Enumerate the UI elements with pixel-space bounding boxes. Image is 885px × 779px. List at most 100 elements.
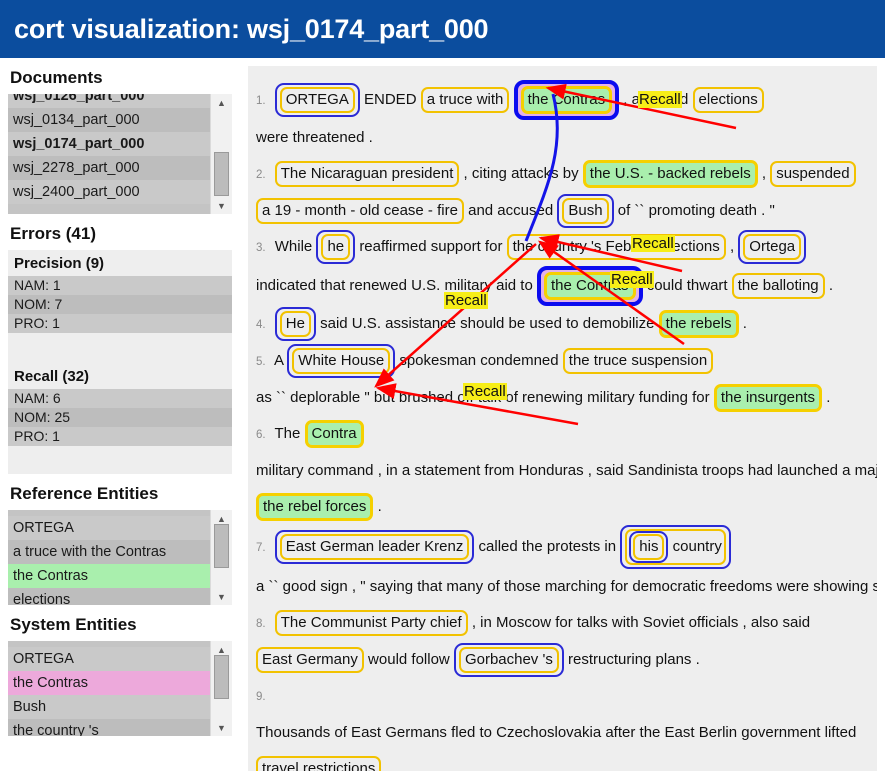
reference-entities-heading: Reference Entities <box>10 484 159 503</box>
system-mention[interactable]: White House <box>287 344 396 379</box>
text-token: military command , in a statement from H… <box>256 462 877 479</box>
text-token: said U.S. assistance should be used to d… <box>320 315 655 332</box>
reference-mention-outer[interactable]: his country <box>625 529 726 565</box>
system-entity-selected[interactable]: the Contras <box>8 671 210 695</box>
sentence-6: 6. The Contra military command , in a st… <box>256 416 877 525</box>
system-mention[interactable]: East German leader Krenz <box>274 530 475 564</box>
scroll-down-icon[interactable]: ▼ <box>211 197 232 214</box>
error-label-recall: Recall <box>638 91 682 108</box>
text-token: spokesman condemned <box>399 352 559 369</box>
system-mention[interactable]: He <box>274 307 316 342</box>
reference-mention-inner[interactable]: his <box>633 534 665 560</box>
reference-mention[interactable]: a 19 - month - old cease - fire <box>256 198 464 225</box>
reference-mention[interactable]: he <box>321 234 351 261</box>
reference-mention-highlighted[interactable]: Contra <box>304 420 364 449</box>
scrollbar-thumb[interactable] <box>214 524 229 568</box>
text-token: , <box>761 165 767 182</box>
precision-row-nam[interactable]: NAM: 1 <box>8 276 232 295</box>
reference-mention-highlighted[interactable]: the rebel forces <box>256 493 374 522</box>
list-item[interactable]: wsj_2278_part_000 <box>8 156 210 180</box>
recall-row-pro[interactable]: PRO: 1 <box>8 427 232 446</box>
reference-mention[interactable]: elections <box>692 87 764 113</box>
scroll-down-icon[interactable]: ▼ <box>211 588 232 605</box>
sentence-1: 1. ORTEGA ENDED a truce with the Contras… <box>256 80 867 156</box>
reference-mention[interactable]: East Germany <box>256 647 364 674</box>
scrollbar-thumb[interactable] <box>214 655 229 699</box>
scroll-up-icon[interactable]: ▲ <box>211 94 232 111</box>
system-entities-listbox[interactable]: ORTEGA the Contras Bush the country 's W… <box>8 641 232 736</box>
sidebar-item-selected-document[interactable]: wsj_0174_part_000 <box>8 132 210 156</box>
documents-listbox[interactable]: wsj_0126_part_000 wsj_0134_part_000 wsj_… <box>8 94 232 214</box>
scrollbar-thumb[interactable] <box>214 152 229 196</box>
recall-row-nam[interactable]: NAM: 6 <box>8 389 232 408</box>
reference-mention-highlighted[interactable]: the U.S. - backed rebels <box>582 160 758 189</box>
text-token: called the protests in <box>478 537 617 555</box>
sentence-number: 2. <box>256 169 266 181</box>
reference-mention[interactable]: Bush <box>562 198 609 225</box>
reference-mention[interactable]: the balloting <box>731 273 825 299</box>
errors-heading: Errors (41) <box>10 224 96 243</box>
text-token: . <box>377 498 382 515</box>
list-item[interactable]: wsj_2400_part_000 <box>8 180 210 204</box>
precision-row-pro[interactable]: PRO: 1 <box>8 314 232 333</box>
reference-mention-highlighted[interactable]: the rebels <box>658 310 739 339</box>
list-item[interactable]: a truce with the Contras <box>8 540 210 564</box>
reference-mention[interactable]: The Communist Party chief <box>274 610 468 637</box>
reference-mention[interactable]: the country 's Feb. 25 elections <box>506 234 726 261</box>
text-token: . <box>742 315 747 332</box>
sentence-9: 9. Thousands of East Germans fled to Cze… <box>256 678 867 771</box>
sentence-8: 8. The Communist Party chief , in Moscow… <box>256 605 867 678</box>
reference-mention[interactable]: suspended <box>770 161 856 188</box>
errors-bottom-spacer <box>8 446 232 474</box>
reference-mention[interactable]: He <box>279 311 311 338</box>
list-item[interactable]: wsj_0126_part_000 <box>8 94 210 108</box>
reference-mention-highlighted[interactable]: the insurgents <box>713 384 823 413</box>
text-token: ENDED <box>364 90 417 108</box>
system-mention-inner[interactable]: his <box>629 531 669 563</box>
reference-entities-listbox[interactable]: ORTEGA a truce with the Contras the Cont… <box>8 510 232 605</box>
precision-title: Precision (9) <box>8 250 232 276</box>
reference-mention[interactable]: the truce suspension <box>562 348 714 375</box>
reference-mention[interactable]: White House <box>292 348 391 375</box>
sentence-number: 8. <box>256 618 266 630</box>
list-item[interactable]: the country 's <box>8 719 210 736</box>
system-mention[interactable]: Ortega <box>738 230 807 265</box>
sentence-number: 7. <box>256 541 266 554</box>
selected-reference-mention[interactable]: the Contras <box>520 86 613 114</box>
errors-panel: Precision (9) NAM: 1 NOM: 7 PRO: 1 Recal… <box>8 250 232 474</box>
sentence-7: 7. East German leader Krenz called the p… <box>256 525 877 605</box>
list-item[interactable]: ORTEGA <box>8 516 210 540</box>
reference-entities-scrollbar[interactable]: ▲ ▼ <box>210 510 232 605</box>
reference-mention[interactable]: East German leader Krenz <box>279 534 470 560</box>
system-mention-outer[interactable]: his country <box>620 525 731 569</box>
list-item[interactable]: wsj_0134_part_000 <box>8 108 210 132</box>
recall-row-nom[interactable]: NOM: 25 <box>8 408 232 427</box>
reference-mention[interactable]: Gorbachev 's <box>458 647 559 674</box>
scroll-down-icon[interactable]: ▼ <box>211 719 232 736</box>
reference-mention[interactable]: Ortega <box>743 234 802 261</box>
reference-mention[interactable]: ORTEGA <box>279 87 355 113</box>
reference-mention[interactable]: travel restrictions <box>256 756 382 771</box>
reference-mention[interactable]: The Nicaraguan president <box>274 161 460 188</box>
reference-mention[interactable]: a truce with <box>420 87 510 113</box>
precision-row-nom[interactable]: NOM: 7 <box>8 295 232 314</box>
list-item[interactable]: ORTEGA <box>8 647 210 671</box>
list-item[interactable]: elections <box>8 588 210 605</box>
system-mention[interactable]: ORTEGA <box>274 83 360 117</box>
error-label-recall: Recall <box>444 292 488 309</box>
sentence-5: 5. A White House spokesman condemned the… <box>256 343 867 416</box>
selected-system-mention[interactable]: the Contras <box>513 80 620 120</box>
list-item[interactable]: Bush <box>8 695 210 719</box>
reference-entity-selected[interactable]: the Contras <box>8 564 210 588</box>
text-token: , citing attacks by <box>463 165 579 182</box>
system-mention[interactable]: Bush <box>557 194 614 229</box>
sentence-4: 4. He said U.S. assistance should be use… <box>256 306 867 343</box>
text-token: A <box>273 352 284 369</box>
text-token: , in Moscow for talks with Soviet offici… <box>471 614 811 631</box>
system-entities-scrollbar[interactable]: ▲ ▼ <box>210 641 232 736</box>
system-mention[interactable]: he <box>316 230 356 265</box>
sidebar: Documents wsj_0126_part_000 wsj_0134_par… <box>0 58 240 740</box>
system-mention[interactable]: Gorbachev 's <box>453 643 564 678</box>
documents-scrollbar[interactable]: ▲ ▼ <box>210 94 232 214</box>
error-label-recall: Recall <box>610 271 654 288</box>
